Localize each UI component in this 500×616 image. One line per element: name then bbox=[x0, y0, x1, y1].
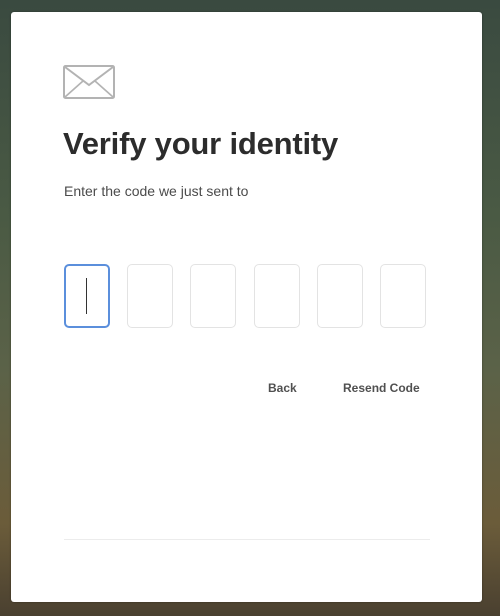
page-title: Verify your identity bbox=[63, 126, 339, 161]
code-digit-1-wrapper bbox=[64, 264, 112, 330]
code-digit-6-input[interactable] bbox=[380, 264, 426, 328]
instruction-text: Enter the code we just sent to bbox=[64, 183, 249, 199]
envelope-icon bbox=[63, 65, 115, 99]
code-digit-2-input[interactable] bbox=[127, 264, 173, 328]
code-digit-5-input[interactable] bbox=[317, 264, 363, 328]
text-cursor bbox=[86, 278, 87, 314]
code-digit-1-input[interactable] bbox=[64, 264, 110, 328]
back-link[interactable]: Back bbox=[268, 381, 297, 395]
verification-code-inputs bbox=[64, 264, 434, 330]
divider bbox=[64, 539, 430, 540]
resend-code-link[interactable]: Resend Code bbox=[343, 381, 420, 395]
code-digit-3-input[interactable] bbox=[190, 264, 236, 328]
verify-dialog: Verify your identity Enter the code we j… bbox=[11, 12, 482, 602]
code-digit-4-input[interactable] bbox=[254, 264, 300, 328]
